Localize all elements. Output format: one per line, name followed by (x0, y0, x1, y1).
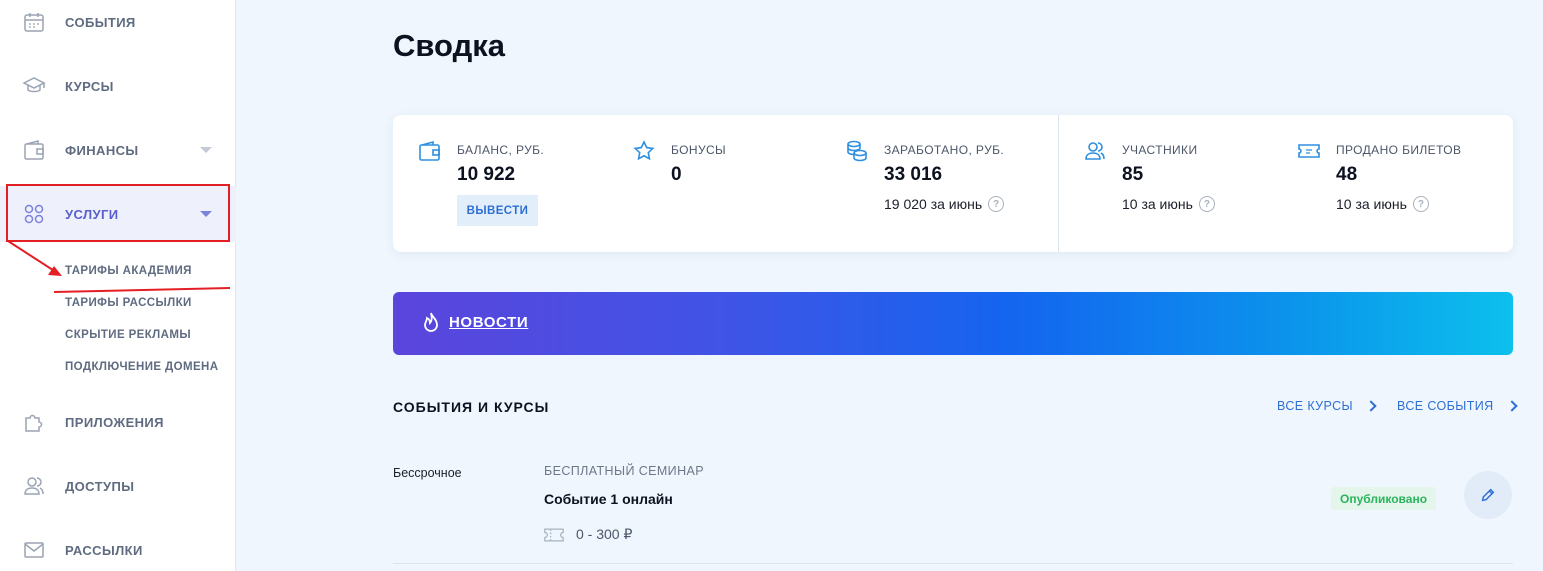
chevron-right-icon (1505, 400, 1518, 412)
all-courses-label: ВСЕ КУРСЫ (1277, 399, 1354, 413)
stat-label: БАЛАНС, РУБ. (457, 143, 545, 157)
section-title: СОБЫТИЯ И КУРСЫ (393, 399, 550, 415)
stat-sub-text: 10 за июнь (1336, 196, 1407, 212)
sidebar-item-apps[interactable]: ПРИЛОЖЕНИЯ (0, 394, 236, 450)
wallet-icon (22, 138, 46, 162)
stat-sub: 10 за июнь ? (1122, 196, 1215, 212)
stat-sub-text: 10 за июнь (1122, 196, 1193, 212)
stats-card: БАЛАНС, РУБ. 10 922 ВЫВЕСТИ БОНУСЫ 0 ЗАР… (393, 115, 1513, 252)
sidebar-item-label: СОБЫТИЯ (65, 14, 136, 30)
stat-value: 0 (671, 164, 682, 185)
news-link[interactable]: НОВОСТИ (449, 314, 528, 331)
help-icon[interactable]: ? (1412, 196, 1429, 212)
chevron-down-icon[interactable] (200, 147, 212, 153)
sidebar-subitem-hide-ads[interactable]: СКРЫТИЕ РЕКЛАМЫ (65, 329, 191, 341)
stat-sub: 10 за июнь ? (1336, 196, 1429, 212)
stat-value: 10 922 (457, 164, 516, 185)
stat-label: УЧАСТНИКИ (1122, 143, 1198, 157)
sidebar-item-finance[interactable]: ФИНАНСЫ (0, 122, 236, 178)
sidebar-subitem-mailing-tariffs[interactable]: ТАРИФЫ РАССЫЛКИ (65, 297, 192, 309)
star-icon (632, 139, 656, 163)
sidebar-item-courses[interactable]: КУРСЫ (0, 58, 236, 114)
sidebar-item-label: ФИНАНСЫ (65, 142, 139, 158)
all-events-link[interactable]: ВСЕ СОБЫТИЯ (1397, 399, 1518, 413)
event-name[interactable]: Событие 1 онлайн (544, 491, 673, 507)
stat-value: 48 (1336, 164, 1358, 185)
divider (1058, 115, 1059, 252)
users-icon (22, 474, 46, 498)
status-badge: Опубликовано (1331, 487, 1437, 510)
sidebar-item-events[interactable]: СОБЫТИЯ (0, 0, 236, 50)
event-type: БЕСПЛАТНЫЙ СЕМИНАР (544, 464, 704, 478)
edit-button[interactable] (1464, 471, 1512, 519)
event-price-text: 0 - 300 ₽ (576, 526, 633, 542)
event-date: Бессрочное (393, 466, 462, 480)
ticket-icon (544, 528, 564, 541)
users-icon (1083, 139, 1107, 163)
sidebar: СОБЫТИЯ КУРСЫ ФИНАНСЫ УСЛУГИ ТАРИФЫ АКАД… (0, 0, 236, 571)
stat-label: ЗАРАБОТАНО, РУБ. (884, 143, 1005, 157)
news-banner[interactable]: НОВОСТИ (393, 292, 1513, 355)
calendar-icon (22, 10, 46, 34)
event-price: 0 - 300 ₽ (544, 526, 632, 543)
puzzle-icon (22, 410, 46, 434)
help-icon[interactable]: ? (1198, 196, 1215, 212)
withdraw-button[interactable]: ВЫВЕСТИ (457, 195, 538, 226)
mail-icon (22, 538, 46, 562)
stat-label: БОНУСЫ (671, 143, 727, 157)
stat-sub-text: 19 020 за июнь (884, 196, 983, 212)
flame-icon (424, 312, 438, 332)
coins-icon (845, 139, 869, 163)
ticket-icon (1297, 139, 1321, 163)
sidebar-subitem-academy-tariffs[interactable]: ТАРИФЫ АКАДЕМИЯ (65, 265, 192, 277)
sidebar-item-label: ДОСТУПЫ (65, 478, 135, 494)
all-events-label: ВСЕ СОБЫТИЯ (1397, 399, 1494, 413)
annotation-highlight-box (6, 184, 230, 242)
all-courses-link[interactable]: ВСЕ КУРСЫ (1277, 399, 1377, 413)
sidebar-item-label: РАССЫЛКИ (65, 542, 143, 558)
sidebar-subitem-domain[interactable]: ПОДКЛЮЧЕНИЕ ДОМЕНА (65, 361, 218, 373)
chevron-right-icon (1365, 400, 1377, 412)
sidebar-item-mailings[interactable]: РАССЫЛКИ (0, 522, 236, 571)
pencil-icon (1481, 488, 1495, 502)
stat-value: 85 (1122, 164, 1144, 185)
wallet-icon (418, 139, 442, 163)
sidebar-item-label: КУРСЫ (65, 78, 114, 94)
page-title: Сводка (393, 28, 505, 63)
sidebar-item-access[interactable]: ДОСТУПЫ (0, 458, 236, 514)
stat-value: 33 016 (884, 164, 943, 185)
sidebar-item-label: ПРИЛОЖЕНИЯ (65, 414, 164, 430)
help-icon[interactable]: ? (988, 196, 1005, 212)
graduation-cap-icon (22, 74, 46, 98)
stat-label: ПРОДАНО БИЛЕТОВ (1336, 143, 1462, 157)
table-row[interactable]: Бессрочное БЕСПЛАТНЫЙ СЕМИНАР Событие 1 … (393, 445, 1513, 564)
stat-sub: 19 020 за июнь ? (884, 196, 1005, 212)
